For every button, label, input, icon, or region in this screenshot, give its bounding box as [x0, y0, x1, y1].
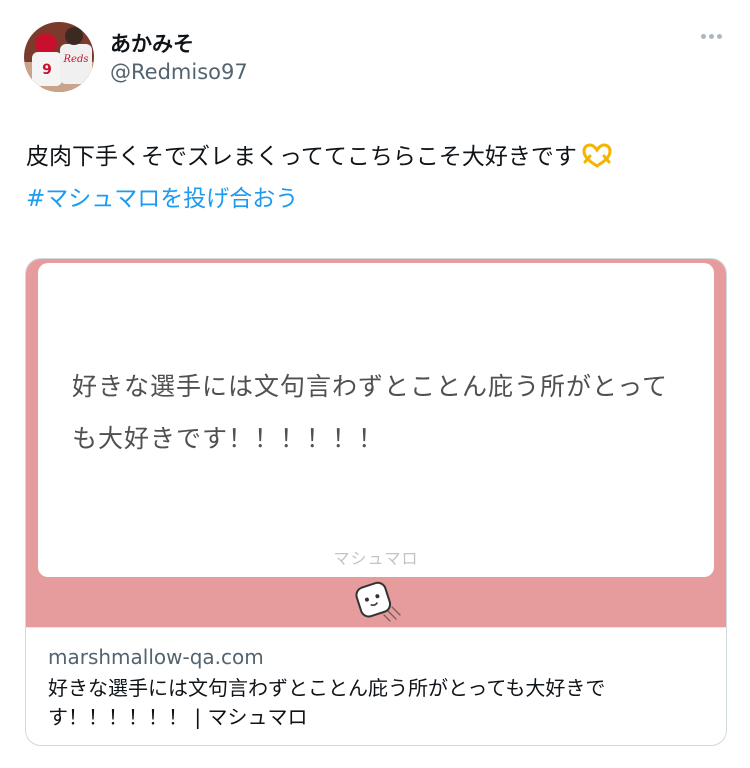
marshmallow-brand-label: マシュマロ [333, 549, 419, 568]
avatar-logo-text: Reds [63, 54, 89, 65]
marshmallow-mascot-icon [352, 579, 402, 629]
card-footer[interactable]: marshmallow-qa.com 好きな選手には文句言わずとことん庇う所がと… [26, 627, 726, 745]
link-card[interactable]: 好きな選手には文句言わずとことん庇う所がとっても大好きです！！！！！！ マシュマ… [25, 258, 727, 746]
more-options-icon[interactable] [701, 34, 722, 39]
avatar[interactable]: 9 Reds [24, 22, 94, 92]
hashtag-link[interactable]: #マシュマロを投げ合おう [26, 180, 726, 218]
tweet-body: 皮肉下手くそでズレまくっててこちらこそ大好きです [26, 144, 577, 170]
card-domain: marshmallow-qa.com [48, 645, 264, 669]
question-panel: 好きな選手には文句言わずとことん庇う所がとっても大好きです！！！！！！ マシュマ… [38, 263, 714, 577]
card-image[interactable]: 好きな選手には文句言わずとことん庇う所がとっても大好きです！！！！！！ マシュマ… [26, 259, 726, 627]
card-title: 好きな選手には文句言わずとことん庇う所がとっても大好きです！！！！！！ | マシ… [48, 676, 606, 729]
display-name[interactable]: あかみそ [110, 28, 194, 58]
question-text: 好きな選手には文句言わずとことん庇う所がとっても大好きです！！！！！！ [72, 372, 669, 453]
svg-text:9: 9 [42, 62, 52, 78]
user-handle[interactable]: @Redmiso97 [110, 60, 248, 84]
tweet-text: 皮肉下手くそでズレまくっててこちらこそ大好きです #マシュマロを投げ合おう [26, 138, 726, 218]
heart-hands-icon [581, 142, 613, 180]
